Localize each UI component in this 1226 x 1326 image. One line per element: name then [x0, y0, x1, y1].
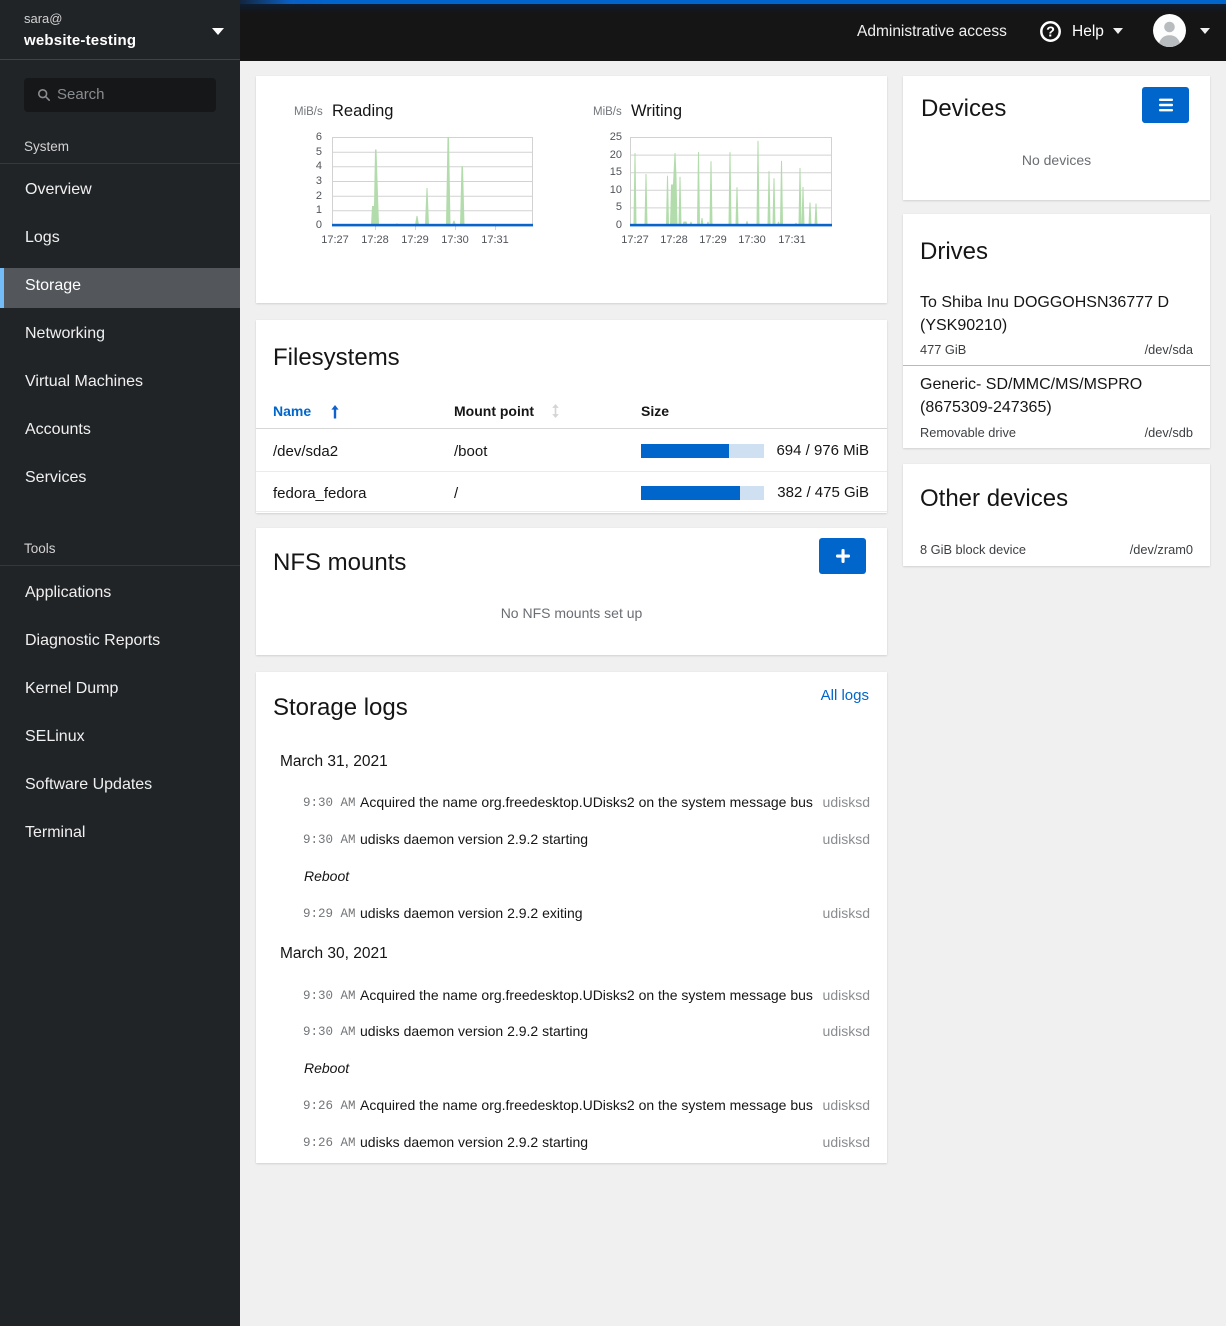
svg-text:?: ? [1046, 25, 1055, 41]
